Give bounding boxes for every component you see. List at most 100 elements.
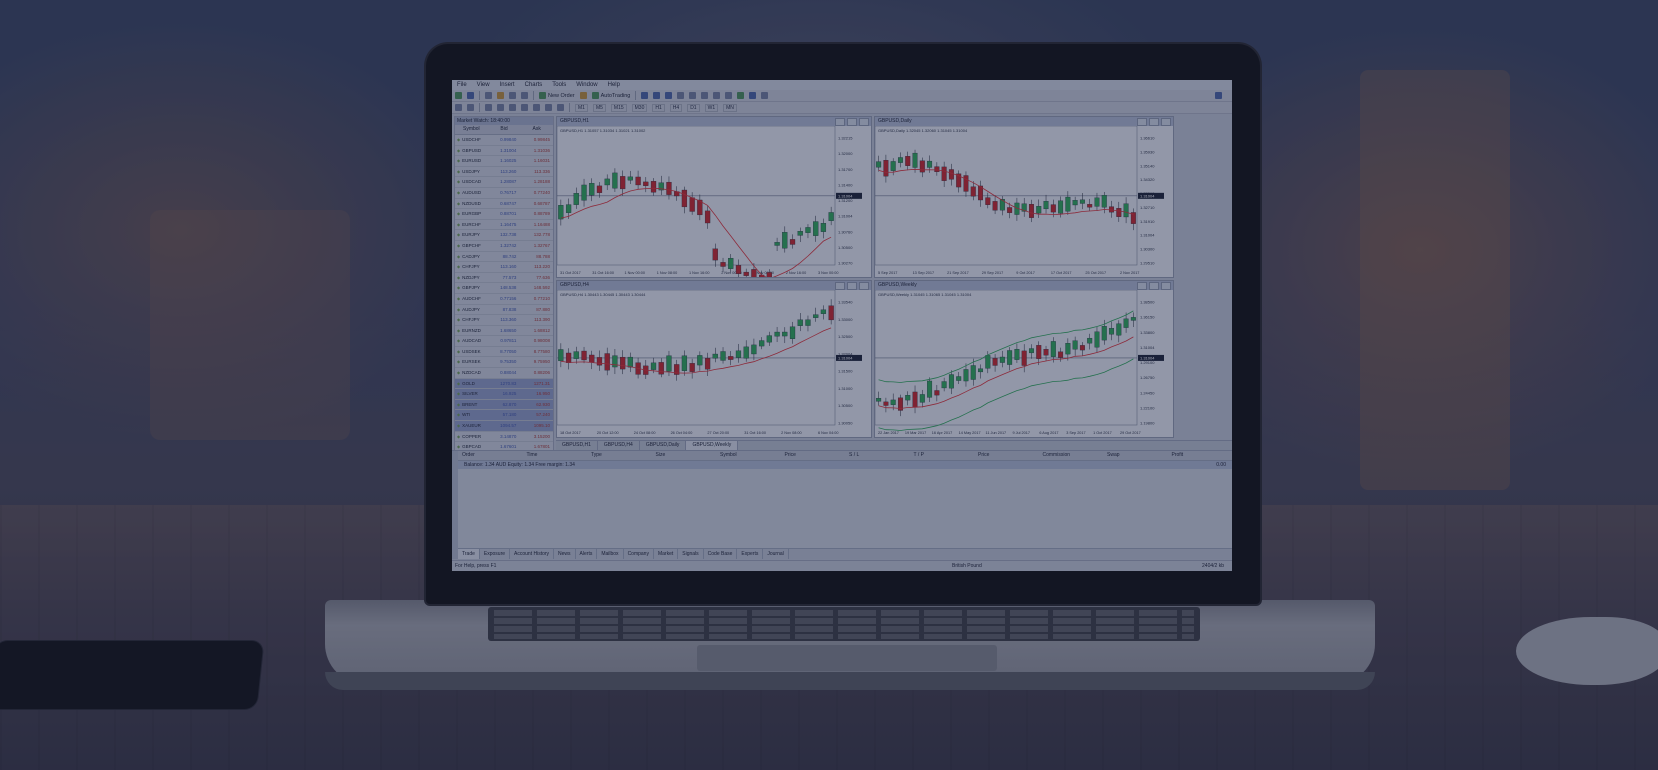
close-icon[interactable] <box>1161 118 1171 126</box>
chart-tab[interactable]: GBPUSD,H4 <box>598 441 640 450</box>
market-watch-row[interactable]: AUDCHF 0.77156 0.77210 <box>455 294 553 305</box>
terminal-icon[interactable] <box>521 92 528 99</box>
terminal-column-header[interactable]: Time <box>523 451 588 460</box>
terminal-column-header[interactable]: T / P <box>910 451 975 460</box>
column-header[interactable]: Bid <box>488 125 521 134</box>
data-window-icon[interactable] <box>497 92 504 99</box>
minimize-icon[interactable] <box>1137 282 1147 290</box>
market-watch-row[interactable]: EURGBP 0.88701 0.88789 <box>455 209 553 220</box>
terminal-tab-company[interactable]: Company <box>624 549 654 559</box>
market-watch-row[interactable]: USDSEK 8.77050 8.77580 <box>455 347 553 358</box>
terminal-tab-trade[interactable]: Trade <box>458 549 480 559</box>
menu-item-window[interactable]: Window <box>571 80 602 90</box>
crosshair-icon[interactable] <box>467 104 474 111</box>
market-watch-row[interactable]: CHFJPY 113.160 113.220 <box>455 262 553 273</box>
chart-shift-icon[interactable] <box>713 92 721 99</box>
navigator-icon[interactable] <box>509 92 516 99</box>
templates-icon[interactable] <box>761 92 769 99</box>
market-watch-row[interactable]: EURNZD 1.68650 1.68812 <box>455 326 553 337</box>
fibonacci-icon[interactable] <box>533 104 540 111</box>
candlestick-chart[interactable]: GBPUSD,H1 1.31057 1.31034 1.31021 1.3100… <box>557 126 871 277</box>
market-watch-row[interactable]: NZDJPY 77.573 77.636 <box>455 273 553 284</box>
maximize-icon[interactable] <box>847 282 857 290</box>
menu-item-insert[interactable]: Insert <box>495 80 520 90</box>
timeframe-m1[interactable]: M1 <box>575 103 588 112</box>
chart-tab[interactable]: GBPUSD,Weekly <box>686 441 739 450</box>
minimize-icon[interactable] <box>835 282 845 290</box>
zoom-out-icon[interactable] <box>689 92 697 99</box>
terminal-column-header[interactable]: Symbol <box>716 451 781 460</box>
column-header[interactable]: Ask <box>520 125 553 134</box>
terminal-column-header[interactable]: Swap <box>1103 451 1168 460</box>
market-watch-row[interactable]: AUDJPY 87.838 87.880 <box>455 305 553 316</box>
market-watch-row[interactable]: GBPJPY 148.538 148.592 <box>455 283 553 294</box>
arrows-icon[interactable] <box>557 104 564 111</box>
timeframe-m30[interactable]: M30 <box>631 103 648 112</box>
terminal-tab-market[interactable]: Market <box>654 549 679 559</box>
terminal-tab-alerts[interactable]: Alerts <box>576 549 598 559</box>
timeframe-h1[interactable]: H1 <box>652 103 665 112</box>
menu-item-file[interactable]: File <box>452 80 472 90</box>
timeframe-m5[interactable]: M5 <box>592 103 606 112</box>
timeframe-d1[interactable]: D1 <box>687 103 700 112</box>
market-watch-row[interactable]: WTI 57.180 57.240 <box>455 410 553 422</box>
maximize-icon[interactable] <box>1149 118 1159 126</box>
maximize-icon[interactable] <box>1149 282 1159 290</box>
terminal-column-header[interactable]: Profit <box>1168 451 1233 460</box>
new-order-button[interactable]: New Order <box>539 92 575 99</box>
close-icon[interactable] <box>859 282 869 290</box>
terminal-tab-experts[interactable]: Experts <box>737 549 764 559</box>
market-watch-row[interactable]: NZDCAD 0.88044 0.88206 <box>455 368 553 379</box>
search-icon[interactable] <box>1215 92 1222 99</box>
market-watch-row[interactable]: CHFJPY 113.360 113.390 <box>455 315 553 326</box>
market-watch-row[interactable]: EURUSD 1.16025 1.16031 <box>455 156 553 167</box>
terminal-tab-news[interactable]: News <box>554 549 576 559</box>
metaeditor-icon[interactable] <box>579 92 587 99</box>
candlestick-icon[interactable] <box>653 92 661 99</box>
tile-windows-icon[interactable] <box>701 92 709 99</box>
close-icon[interactable] <box>859 118 869 126</box>
new-chart-icon[interactable] <box>455 92 462 99</box>
indicators-icon[interactable] <box>737 92 745 99</box>
terminal-column-header[interactable]: Size <box>652 451 717 460</box>
menu-item-charts[interactable]: Charts <box>520 80 548 90</box>
market-watch-row[interactable]: COPPER 3.14870 3.15200 <box>455 432 553 443</box>
autoscroll-icon[interactable] <box>725 92 733 99</box>
bar-chart-icon[interactable] <box>641 92 649 99</box>
zoom-in-icon[interactable] <box>677 92 685 99</box>
column-header[interactable]: Symbol <box>455 125 488 134</box>
terminal-tab-exposure[interactable]: Exposure <box>480 549 511 559</box>
market-watch-row[interactable]: BRENT 62.870 62.930 <box>455 399 553 411</box>
market-watch-row[interactable]: GBPUSD 1.31004 1.31036 <box>455 146 553 157</box>
terminal-tab-account-history[interactable]: Account History <box>510 549 555 559</box>
market-watch-row[interactable]: AUDUSD 0.76717 0.77240 <box>455 188 553 199</box>
autotrading-button[interactable]: AutoTrading <box>591 92 630 99</box>
profiles-icon[interactable] <box>467 92 474 99</box>
market-watch-row[interactable]: EURJPY 132.738 132.778 <box>455 230 553 241</box>
candlestick-chart[interactable]: GBPUSD,Daily 1.32045 1.32060 1.31045 1.3… <box>875 126 1173 277</box>
chart-tab[interactable]: GBPUSD,H1 <box>556 441 598 450</box>
market-watch-row[interactable]: GBPCHF 1.32742 1.32767 <box>455 241 553 252</box>
cursor-icon[interactable] <box>455 104 462 111</box>
terminal-column-header[interactable]: Price <box>974 451 1039 460</box>
channel-icon[interactable] <box>521 104 528 111</box>
terminal-column-header[interactable]: Type <box>587 451 652 460</box>
market-watch-row[interactable]: CADJPY 88.742 88.788 <box>455 252 553 263</box>
minimize-icon[interactable] <box>835 118 845 126</box>
menu-item-help[interactable]: Help <box>603 80 625 90</box>
vertical-line-icon[interactable] <box>485 104 492 111</box>
market-watch-icon[interactable] <box>485 92 492 99</box>
market-watch-row[interactable]: EURCHF 1.16475 1.16488 <box>455 220 553 231</box>
terminal-tab-journal[interactable]: Journal <box>763 549 789 559</box>
market-watch-row[interactable]: NZDUSD 0.68747 0.68787 <box>455 199 553 210</box>
market-watch-row[interactable]: EURSEK 9.75350 9.75950 <box>455 357 553 369</box>
timeframe-mn[interactable]: MN <box>723 103 737 112</box>
line-chart-icon[interactable] <box>665 92 673 99</box>
market-watch-row[interactable]: SILVER 16.925 16.950 <box>455 389 553 400</box>
timeframe-m15[interactable]: M15 <box>610 103 627 112</box>
market-watch-row[interactable]: GOLD 1270.83 1271.31 <box>455 378 553 390</box>
market-watch-row[interactable]: AUDCAD 0.97811 0.98008 <box>455 336 553 347</box>
timeframe-w1[interactable]: W1 <box>704 103 719 112</box>
maximize-icon[interactable] <box>847 118 857 126</box>
periods-icon[interactable] <box>749 92 757 99</box>
